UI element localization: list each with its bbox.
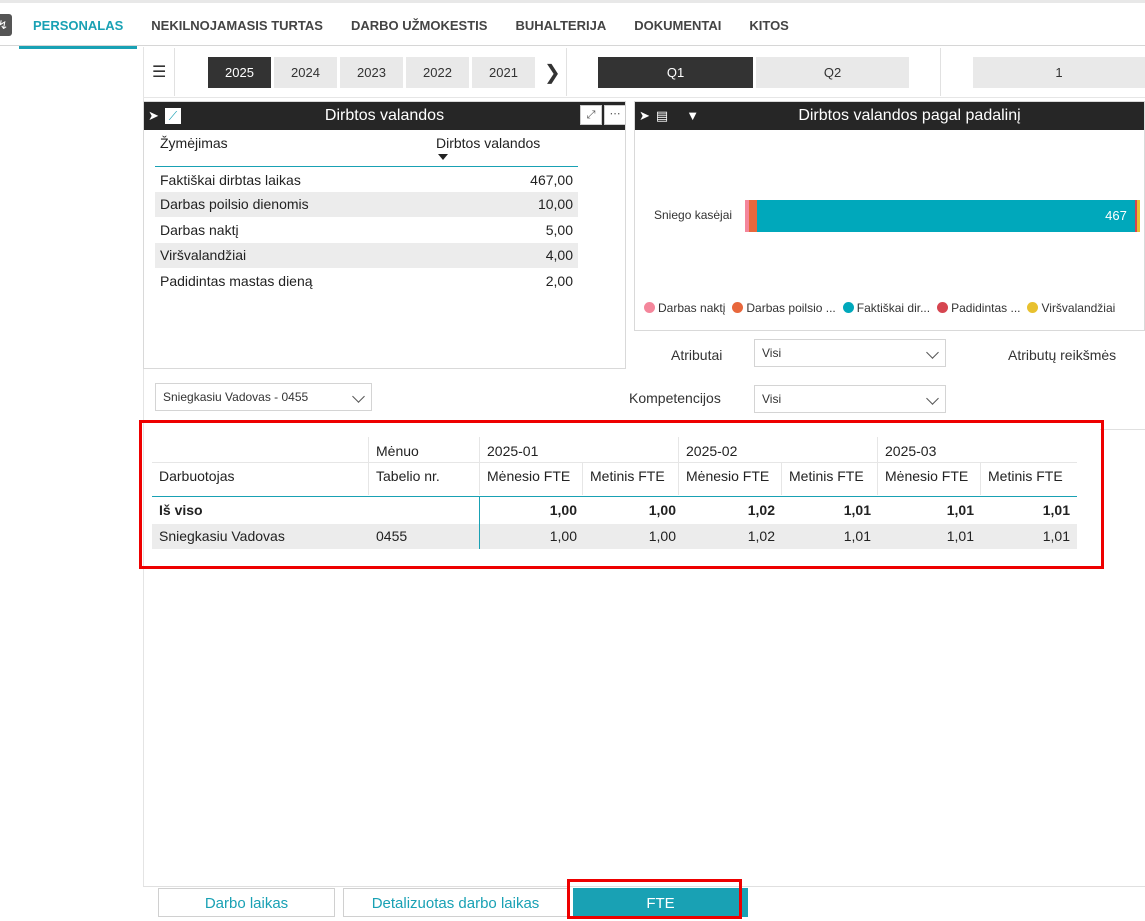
- bar-segment-darbas-poilsio[interactable]: [749, 200, 758, 232]
- table-header-label[interactable]: Žymėjimas: [160, 135, 228, 151]
- year-button-2023[interactable]: 2023: [340, 57, 403, 88]
- menu-icon[interactable]: ☰: [152, 62, 166, 82]
- stacked-bar[interactable]: 467: [745, 200, 1140, 232]
- table-row[interactable]: Faktiškai dirbtas laikas 467,00: [155, 168, 578, 193]
- nav-tab-nekilnojamasis-turtas[interactable]: NEKILNOJAMASIS TURTAS: [137, 3, 337, 49]
- legend-dot: [1027, 302, 1039, 313]
- chevron-down-icon: [352, 390, 365, 403]
- year-button-2021[interactable]: 2021: [472, 57, 535, 88]
- app-logo-icon[interactable]: ↯: [0, 14, 12, 36]
- table-row[interactable]: Padidintas mastas dieną 2,00: [155, 269, 578, 294]
- bar-data-label: 467: [1105, 208, 1127, 223]
- legend-dot: [732, 302, 744, 313]
- divider: [940, 48, 941, 96]
- atributai-label: Atributai: [671, 347, 723, 363]
- category-label: Sniego kasėjai: [654, 208, 733, 222]
- employee-dropdown[interactable]: Sniegkasiu Vadovas - 0455: [155, 383, 372, 411]
- drill-arrow-icon[interactable]: ➤: [148, 102, 159, 130]
- chevron-down-icon: [926, 392, 939, 405]
- chevron-down-icon: [926, 346, 939, 359]
- bar-segment-virsvalandziai[interactable]: [1136, 200, 1140, 232]
- drill-arrow-icon[interactable]: ➤: [639, 102, 650, 130]
- tab-detalizuotas-darbo-laikas[interactable]: Detalizuotas darbo laikas: [343, 888, 568, 917]
- sort-desc-icon: [438, 154, 448, 160]
- month-button-1[interactable]: 1: [973, 57, 1145, 88]
- year-button-2022[interactable]: 2022: [406, 57, 469, 88]
- table-row[interactable]: Darbas naktį 5,00: [155, 218, 578, 243]
- nav-tab-personalas[interactable]: PERSONALAS: [19, 3, 138, 49]
- year-button-2025[interactable]: 2025: [208, 57, 271, 88]
- chevron-right-icon[interactable]: ❯: [544, 60, 561, 85]
- line-chart-icon[interactable]: ⟋: [164, 108, 181, 124]
- nav-tab-buhalterija[interactable]: BUHALTERIJA: [501, 3, 620, 49]
- nav-tab-kitos[interactable]: KITOS: [735, 3, 803, 49]
- highlight-box: [139, 420, 1104, 569]
- legend-item[interactable]: Darbas naktį: [644, 301, 725, 315]
- kompetencijos-dropdown[interactable]: Visi: [754, 385, 946, 413]
- nav-tab-dokumentai[interactable]: DOKUMENTAI: [620, 3, 735, 49]
- focus-mode-icon[interactable]: ⤢: [580, 105, 602, 125]
- nav-tabs: PERSONALAS NEKILNOJAMASIS TURTAS DARBO U…: [19, 3, 803, 49]
- header-divider: [155, 166, 578, 167]
- top-navigation-bar: ↯ PERSONALAS NEKILNOJAMASIS TURTAS DARBO…: [0, 0, 1145, 49]
- legend-dot: [644, 302, 655, 313]
- divider: [174, 48, 175, 96]
- quarter-button-q1[interactable]: Q1: [598, 57, 753, 88]
- chart-legend: Darbas naktį Darbas poilsio ... Faktiška…: [644, 301, 1115, 315]
- divider: [1100, 429, 1145, 430]
- legend-item[interactable]: Darbas poilsio ...: [732, 301, 836, 315]
- divider: [566, 48, 567, 96]
- hours-card-header: ➤ ⟋ Dirbtos valandos: [144, 102, 625, 130]
- document-icon[interactable]: ▤: [656, 102, 668, 130]
- year-button-2024[interactable]: 2024: [274, 57, 337, 88]
- legend-dot: [937, 302, 949, 313]
- highlight-box: [567, 879, 742, 919]
- legend-item[interactable]: Padidintas ...: [937, 301, 1020, 315]
- filter-icon[interactable]: ▼: [686, 102, 699, 130]
- legend-item[interactable]: Viršvalandžiai: [1027, 301, 1115, 315]
- legend-item[interactable]: Faktiškai dir...: [842, 301, 930, 315]
- table-header-value[interactable]: Dirbtos valandos: [436, 135, 540, 151]
- bar-segment-faktiskai-dirbtas[interactable]: [757, 200, 1136, 232]
- hours-card-title: Dirbtos valandos: [324, 107, 445, 124]
- chart-card-title: Dirbtos valandos pagal padalinį: [798, 107, 1021, 124]
- legend-dot: [842, 302, 854, 313]
- kompetencijos-label: Kompetencijos: [629, 390, 721, 406]
- table-row[interactable]: Viršvalandžiai 4,00: [155, 243, 578, 268]
- tab-darbo-laikas[interactable]: Darbo laikas: [158, 888, 335, 917]
- quarter-button-q2[interactable]: Q2: [756, 57, 909, 88]
- chart-card-header: ➤ ▤ ▼ Dirbtos valandos pagal padalinį: [635, 102, 1144, 130]
- hours-card: ➤ ⟋ Dirbtos valandos ⤢ ⋯ Žymėjimas Dirbt…: [143, 101, 626, 369]
- table-row[interactable]: Darbas poilsio dienomis 10,00: [155, 192, 578, 217]
- atributai-dropdown[interactable]: Visi: [754, 339, 946, 367]
- more-options-icon[interactable]: ⋯: [604, 105, 626, 125]
- atributu-reiksmes-label: Atributų reikšmės: [1008, 347, 1117, 363]
- hours-table: Žymėjimas Dirbtos valandos Faktiškai dir…: [155, 132, 578, 332]
- nav-tab-darbo-uzmokestis[interactable]: DARBO UŽMOKESTIS: [337, 3, 502, 49]
